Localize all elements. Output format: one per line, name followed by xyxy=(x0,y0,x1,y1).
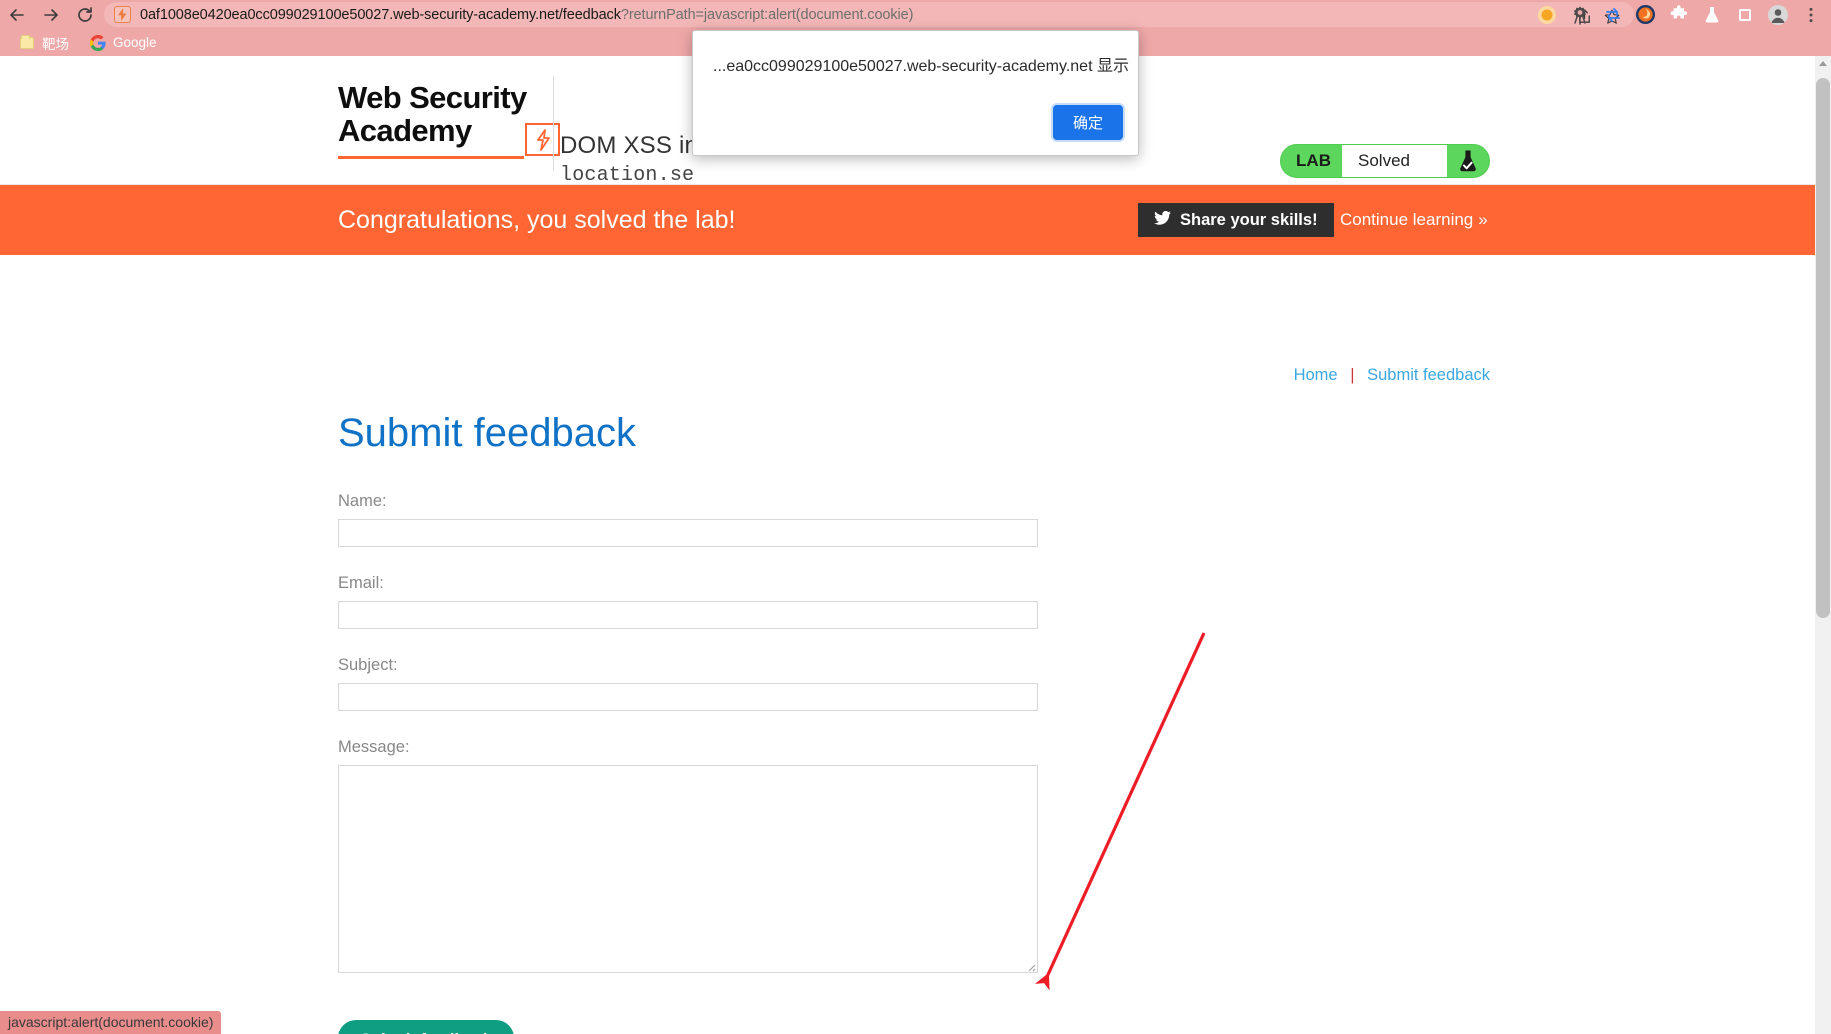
browser-toolbar-icons xyxy=(1530,0,1831,29)
email-label: Email: xyxy=(338,574,384,592)
puzzle-extension-icon[interactable] xyxy=(1662,0,1695,29)
continue-label: Continue learning xyxy=(1340,210,1474,229)
field-group-message: Message: xyxy=(338,738,1038,973)
reload-icon[interactable] xyxy=(68,0,102,29)
chevron-right-icon: » xyxy=(1478,210,1488,229)
flask-check-icon xyxy=(1447,145,1489,177)
vertical-scrollbar[interactable] xyxy=(1815,56,1831,1034)
congratulations-text: Congratulations, you solved the lab! xyxy=(338,205,736,234)
logo-line-2: Academy xyxy=(338,113,472,148)
email-input[interactable] xyxy=(338,601,1038,629)
back-icon[interactable] xyxy=(0,0,34,29)
logo-line-1: Web Security xyxy=(338,80,527,115)
bookmark-item-google[interactable]: Google xyxy=(81,32,165,54)
url-prefix: 0af1008e0420ea0cc099029100e50027.web-sec… xyxy=(140,6,621,23)
lab-title-text: DOM XSS in xyxy=(560,132,699,159)
submit-feedback-button[interactable]: Submit feedback xyxy=(338,1020,515,1034)
feedback-form-section: Submit feedback Name: Email: Subject: Me… xyxy=(338,411,1038,1034)
forward-icon[interactable] xyxy=(34,0,68,29)
not-secure-icon[interactable] xyxy=(114,6,131,23)
message-textarea[interactable] xyxy=(338,765,1038,973)
subject-input[interactable] xyxy=(338,683,1038,711)
three-dot-menu-icon[interactable] xyxy=(1794,0,1827,29)
address-bar[interactable]: 0af1008e0420ea0cc099029100e50027.web-sec… xyxy=(104,2,1634,27)
bug-gear-icon[interactable] xyxy=(1563,0,1596,29)
lab-title: DOM XSS in location.se xyxy=(560,132,698,187)
page-viewport: Web Security Academy DOM XSS in location… xyxy=(0,56,1831,1034)
congratulations-banner: Congratulations, you solved the lab! Sha… xyxy=(0,185,1815,255)
firefox-circle-icon[interactable] xyxy=(1629,0,1662,29)
twitter-bird-icon xyxy=(1154,210,1171,230)
name-label: Name: xyxy=(338,492,387,510)
lab-title-code: location.se xyxy=(560,164,695,187)
subject-label: Subject: xyxy=(338,656,398,674)
bookmark-item-folder[interactable]: 靶场 xyxy=(10,32,77,54)
status-badge: LAB Solved xyxy=(1280,144,1490,178)
google-icon xyxy=(89,34,106,51)
field-group-email: Email: xyxy=(338,574,1038,629)
web-security-academy-logo[interactable]: Web Security Academy xyxy=(338,80,560,159)
folder-icon xyxy=(18,34,35,51)
breadcrumb-home-link[interactable]: Home xyxy=(1294,366,1338,384)
page-title: Submit feedback xyxy=(338,411,636,455)
field-group-name: Name: xyxy=(338,492,1038,547)
breadcrumb-separator: | xyxy=(1350,366,1355,384)
breadcrumb-current-link[interactable]: Submit feedback xyxy=(1367,366,1490,384)
bookmark-label: Google xyxy=(113,35,157,50)
dialog-message: ...ea0cc099029100e50027.web-security-aca… xyxy=(713,58,1129,75)
dialog-ok-button[interactable]: 确定 xyxy=(1052,105,1123,140)
logo-underline xyxy=(338,156,524,159)
browser-nav-row: 0af1008e0420ea0cc099029100e50027.web-sec… xyxy=(0,0,1831,29)
javascript-alert-dialog: ...ea0cc099029100e50027.web-security-aca… xyxy=(692,30,1139,156)
url-text: 0af1008e0420ea0cc099029100e50027.web-sec… xyxy=(140,7,913,23)
lab-tag-label: LAB xyxy=(1296,151,1331,170)
name-input[interactable] xyxy=(338,519,1038,547)
url-query: ?returnPath=javascript:alert(document.co… xyxy=(620,6,914,23)
share-your-skills-button[interactable]: Share your skills! xyxy=(1138,203,1334,237)
link-status-bubble: javascript:alert(document.cookie) xyxy=(0,1011,222,1034)
continue-learning-link[interactable]: Continue learning» xyxy=(1340,210,1488,230)
lightning-bolt-icon xyxy=(525,123,560,156)
orange-dot-icon[interactable] xyxy=(1530,0,1563,29)
lab-state-label: Solved xyxy=(1342,145,1447,177)
breadcrumb: Home | Submit feedback xyxy=(1294,366,1490,385)
profile-avatar-icon[interactable] xyxy=(1761,0,1794,29)
sync-arrows-icon[interactable] xyxy=(1596,0,1629,29)
share-label: Share your skills! xyxy=(1180,210,1318,229)
bookmark-label: 靶场 xyxy=(42,36,69,52)
sidebar-square-icon[interactable] xyxy=(1728,0,1761,29)
header-divider xyxy=(553,76,554,171)
scroll-up-arrow-icon[interactable] xyxy=(1819,61,1827,66)
flask-icon[interactable] xyxy=(1695,0,1728,29)
message-label: Message: xyxy=(338,738,410,756)
field-group-subject: Subject: xyxy=(338,656,1038,711)
scrollbar-thumb[interactable] xyxy=(1816,78,1830,618)
